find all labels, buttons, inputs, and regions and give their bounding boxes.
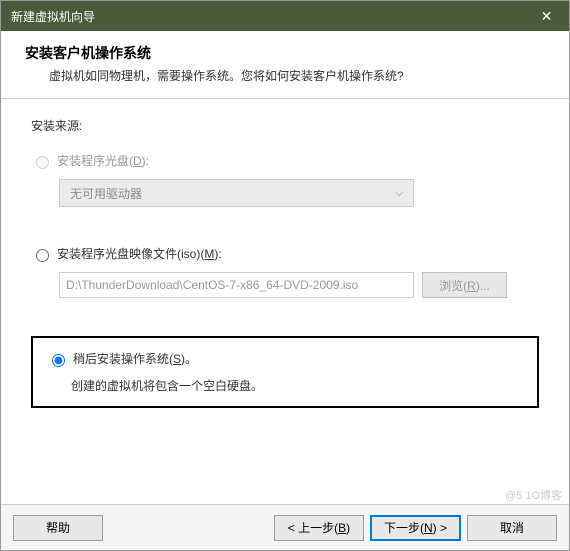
page-title: 安装客户机操作系统 <box>25 43 545 63</box>
wizard-content: 安装来源: 安装程序光盘(D): 无可用驱动器 ⌵ 安装程序光盘映像文件(iso… <box>1 99 569 504</box>
page-description: 虚拟机如同物理机，需要操作系统。您将如何安装客户机操作系统? <box>25 67 545 84</box>
wizard-footer: 帮助 < 上一步(B) 下一步(N) > 取消 <box>1 504 569 550</box>
wizard-window: 新建虚拟机向导 ✕ 安装客户机操作系统 虚拟机如同物理机，需要操作系统。您将如何… <box>0 0 570 551</box>
radio-iso-file-label: 安装程序光盘映像文件(iso)(M): <box>57 245 222 262</box>
radio-install-later[interactable] <box>52 354 65 367</box>
install-later-description: 创建的虚拟机将包含一个空白硬盘。 <box>71 377 523 394</box>
iso-path-input[interactable] <box>59 272 414 298</box>
titlebar: 新建虚拟机向导 ✕ <box>1 1 569 31</box>
back-button[interactable]: < 上一步(B) <box>274 515 364 541</box>
radio-iso-file[interactable] <box>36 249 49 262</box>
radio-installer-disc[interactable] <box>36 156 49 169</box>
window-title: 新建虚拟机向导 <box>11 8 95 25</box>
radio-install-later-label: 稍后安装操作系统(S)。 <box>73 350 197 367</box>
help-button[interactable]: 帮助 <box>13 515 103 541</box>
close-icon: ✕ <box>541 8 553 25</box>
option-installer-disc: 安装程序光盘(D): 无可用驱动器 ⌵ <box>31 152 539 207</box>
close-button[interactable]: ✕ <box>524 1 569 31</box>
install-source-label: 安装来源: <box>31 117 539 134</box>
chevron-down-icon: ⌵ <box>395 188 403 199</box>
option-iso-file: 安装程序光盘映像文件(iso)(M): 浏览(R)... <box>31 245 539 298</box>
cancel-button[interactable]: 取消 <box>467 515 557 541</box>
wizard-header: 安装客户机操作系统 虚拟机如同物理机，需要操作系统。您将如何安装客户机操作系统? <box>1 31 569 99</box>
watermark: @5 1O博客 <box>505 487 562 503</box>
browse-button[interactable]: 浏览(R)... <box>422 272 507 298</box>
radio-installer-disc-label: 安装程序光盘(D): <box>57 152 149 169</box>
next-button[interactable]: 下一步(N) > <box>370 515 461 541</box>
dropdown-value: 无可用驱动器 <box>70 185 142 202</box>
disc-drive-dropdown[interactable]: 无可用驱动器 ⌵ <box>59 179 414 207</box>
option-install-later-highlight: 稍后安装操作系统(S)。 创建的虚拟机将包含一个空白硬盘。 <box>31 336 539 408</box>
